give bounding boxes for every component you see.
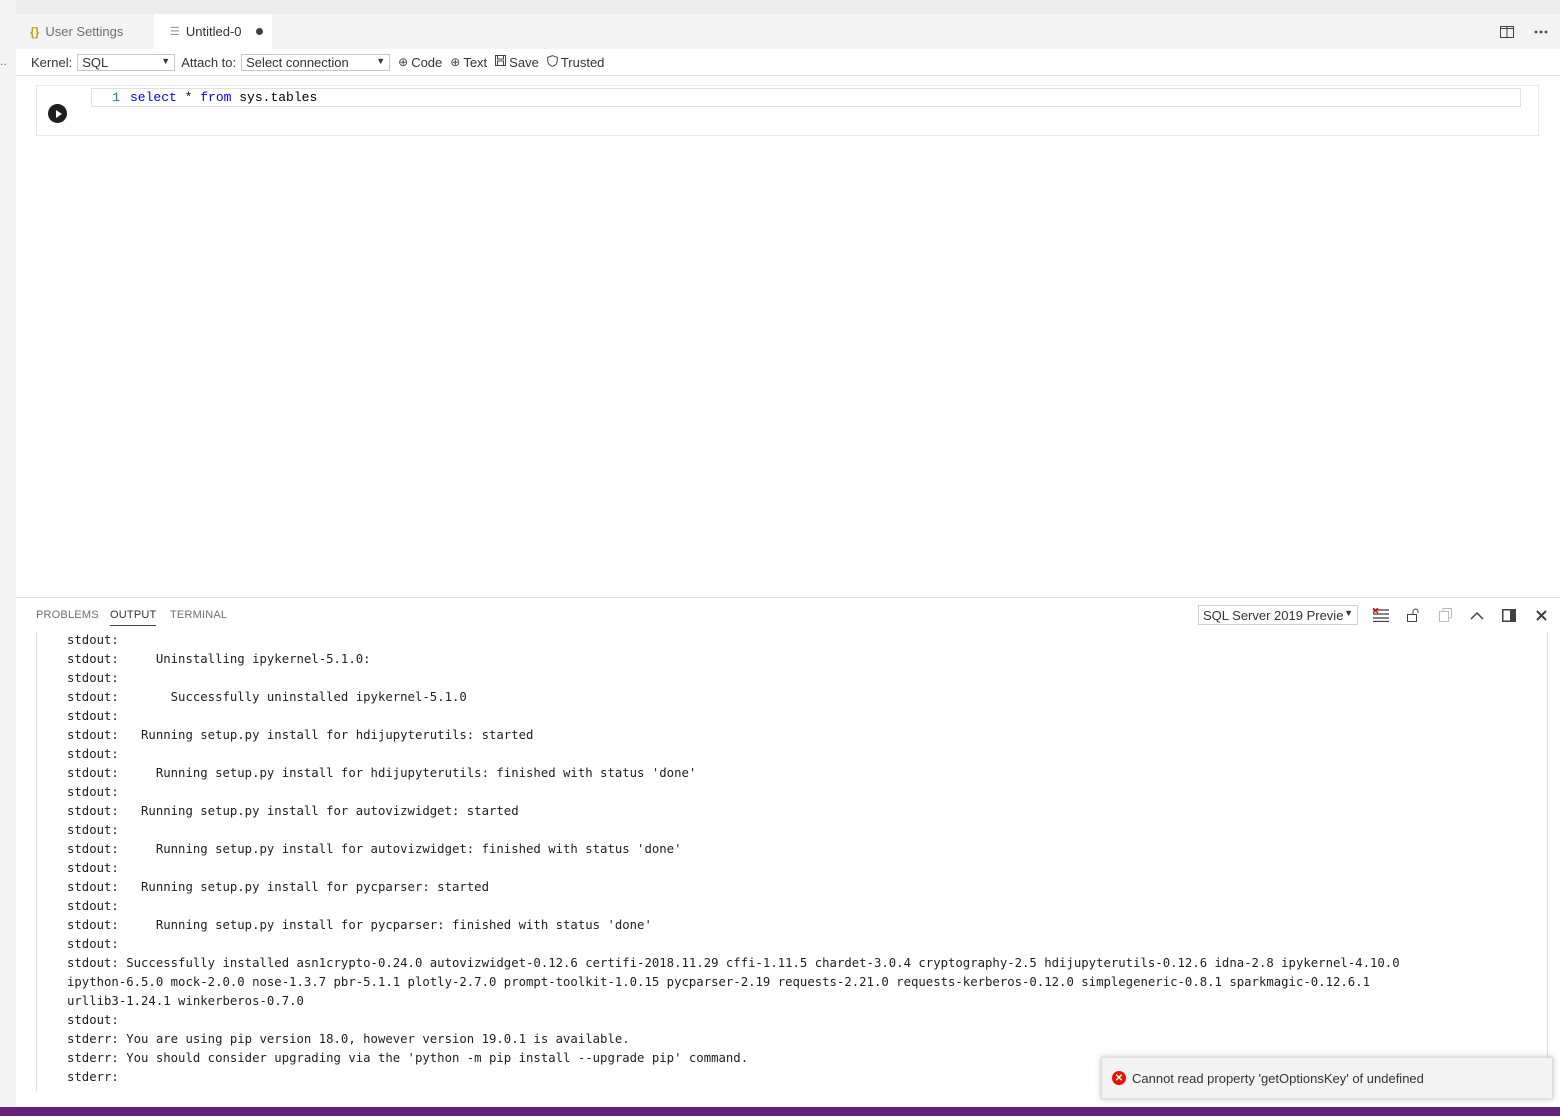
output-line: stdout: Running setup.py install for hdi…	[67, 766, 697, 780]
panel-actions	[1372, 606, 1550, 624]
tab-output[interactable]: OUTPUT	[110, 609, 157, 626]
output-line: stdout:	[67, 785, 119, 799]
text-button-label: Text	[463, 54, 488, 70]
output-line: stdout:	[67, 861, 119, 875]
editor-tab-bar: {} User Settings ☰ Untitled-0	[16, 14, 1560, 49]
toggle-panel-position-icon[interactable]	[1500, 606, 1518, 624]
tab-label: Untitled-0	[185, 24, 242, 39]
output-line: ipython-6.5.0 mock-2.0.0 nose-1.3.7 pbr-…	[67, 975, 1370, 989]
output-line: stdout: Running setup.py install for pyc…	[67, 918, 652, 932]
chevron-up-icon[interactable]	[1468, 606, 1486, 624]
output-line: stdout: Uninstalling ipykernel-5.1.0:	[67, 652, 371, 666]
output-line: stdout: Running setup.py install for pyc…	[67, 880, 489, 894]
output-line: stderr:	[67, 1070, 119, 1084]
output-channel-select[interactable]: SQL Server 2019 Previe ▼	[1198, 605, 1358, 625]
add-text-button[interactable]: ⊕ Text	[450, 55, 487, 70]
window-top-strip	[0, 0, 1560, 14]
output-line: stdout:	[67, 671, 119, 685]
output-line: urllib3-1.24.1 winkerberos-0.7.0	[67, 994, 304, 1008]
code-cell[interactable]: 1 select * from sys.tables	[36, 85, 1539, 136]
output-line: stdout:	[67, 709, 119, 723]
dropdown-arrow-icon: ▼	[161, 55, 171, 66]
unlock-icon[interactable]	[1404, 606, 1422, 624]
open-log-file-icon[interactable]	[1436, 606, 1454, 624]
output-line: stdout:	[67, 899, 119, 913]
output-line: stdout:	[67, 823, 119, 837]
trusted-button-label: Trusted	[560, 54, 605, 70]
plus-circle-icon: ⊕	[450, 55, 461, 69]
attach-select[interactable]: Select connection ▼	[241, 53, 391, 71]
more-icon[interactable]: ..	[0, 54, 7, 68]
panel-header: PROBLEMS OUTPUT TERMINAL SQL Server 2019…	[16, 598, 1560, 632]
split-editor-icon[interactable]	[1498, 23, 1516, 41]
activity-bar: ..	[0, 0, 16, 1116]
output-line: stdout: Running setup.py install for hdi…	[67, 728, 534, 742]
clear-output-icon[interactable]	[1372, 606, 1390, 624]
status-bar	[0, 1107, 1560, 1116]
attach-label: Attach to:	[181, 54, 237, 70]
tab-terminal[interactable]: TERMINAL	[170, 609, 227, 621]
code-keyword: select	[130, 90, 177, 105]
unsaved-dot-icon[interactable]	[255, 28, 263, 35]
save-button-label: Save	[509, 54, 539, 70]
run-cell-button[interactable]	[48, 104, 67, 123]
bottom-panel: PROBLEMS OUTPUT TERMINAL SQL Server 2019…	[16, 597, 1560, 1117]
kernel-select[interactable]: SQL ▼	[77, 53, 176, 71]
kernel-value: SQL	[82, 54, 109, 70]
tab-user-settings[interactable]: {} User Settings	[16, 14, 154, 49]
tab-actions	[1498, 14, 1550, 49]
error-message: Cannot read property 'getOptionsKey' of …	[1132, 1070, 1424, 1086]
output-log[interactable]: stdout: stdout: Uninstalling ipykernel-5.…	[36, 632, 1548, 1092]
dropdown-arrow-icon: ▼	[376, 55, 386, 66]
code-keyword: from	[200, 90, 232, 105]
line-number: 1	[112, 90, 120, 105]
code-text: sys.tables	[231, 90, 318, 105]
error-notification[interactable]: ✕ Cannot read property 'getOptionsKey' o…	[1101, 1057, 1553, 1099]
output-line: stdout:	[67, 747, 119, 761]
save-icon	[495, 55, 507, 69]
tab-untitled-0[interactable]: ☰ Untitled-0	[154, 14, 272, 49]
braces-icon: {}	[30, 24, 40, 39]
cell-editor[interactable]: 1 select * from sys.tables	[91, 88, 1521, 107]
more-actions-icon[interactable]	[1532, 23, 1550, 41]
code-button-label: Code	[411, 54, 443, 70]
attach-value: Select connection	[246, 54, 349, 70]
save-button[interactable]: Save	[495, 55, 539, 70]
shield-icon	[547, 54, 558, 70]
trusted-button[interactable]: Trusted	[547, 54, 605, 70]
output-line: stdout:	[67, 633, 119, 647]
plus-circle-icon: ⊕	[398, 55, 409, 69]
output-line: stdout: Successfully uninstalled ipykern…	[67, 690, 467, 704]
notebook-file-icon: ☰	[170, 26, 180, 38]
output-line: stderr: You should consider upgrading vi…	[67, 1051, 749, 1065]
output-line: stdout: Running setup.py install for aut…	[67, 804, 519, 818]
kernel-label: Kernel:	[31, 54, 73, 70]
output-line: stdout:	[67, 937, 119, 951]
output-line: stdout:	[67, 1013, 119, 1027]
code-text: *	[176, 90, 201, 105]
add-code-button[interactable]: ⊕ Code	[398, 55, 442, 70]
output-line: stderr: You are using pip version 18.0, …	[67, 1032, 630, 1046]
output-channel-value: SQL Server 2019 Previe	[1203, 607, 1344, 623]
output-line: stdout: Successfully installed asn1crypt…	[67, 956, 1400, 970]
output-line: stdout: Running setup.py install for aut…	[67, 842, 682, 856]
dropdown-arrow-icon: ▼	[1344, 608, 1353, 618]
tab-label: User Settings	[45, 24, 124, 39]
error-icon: ✕	[1112, 1071, 1126, 1085]
close-panel-icon[interactable]	[1532, 606, 1550, 624]
tab-problems[interactable]: PROBLEMS	[36, 609, 99, 621]
notebook-toolbar: Kernel: SQL ▼ Attach to: Select connecti…	[16, 49, 1560, 76]
